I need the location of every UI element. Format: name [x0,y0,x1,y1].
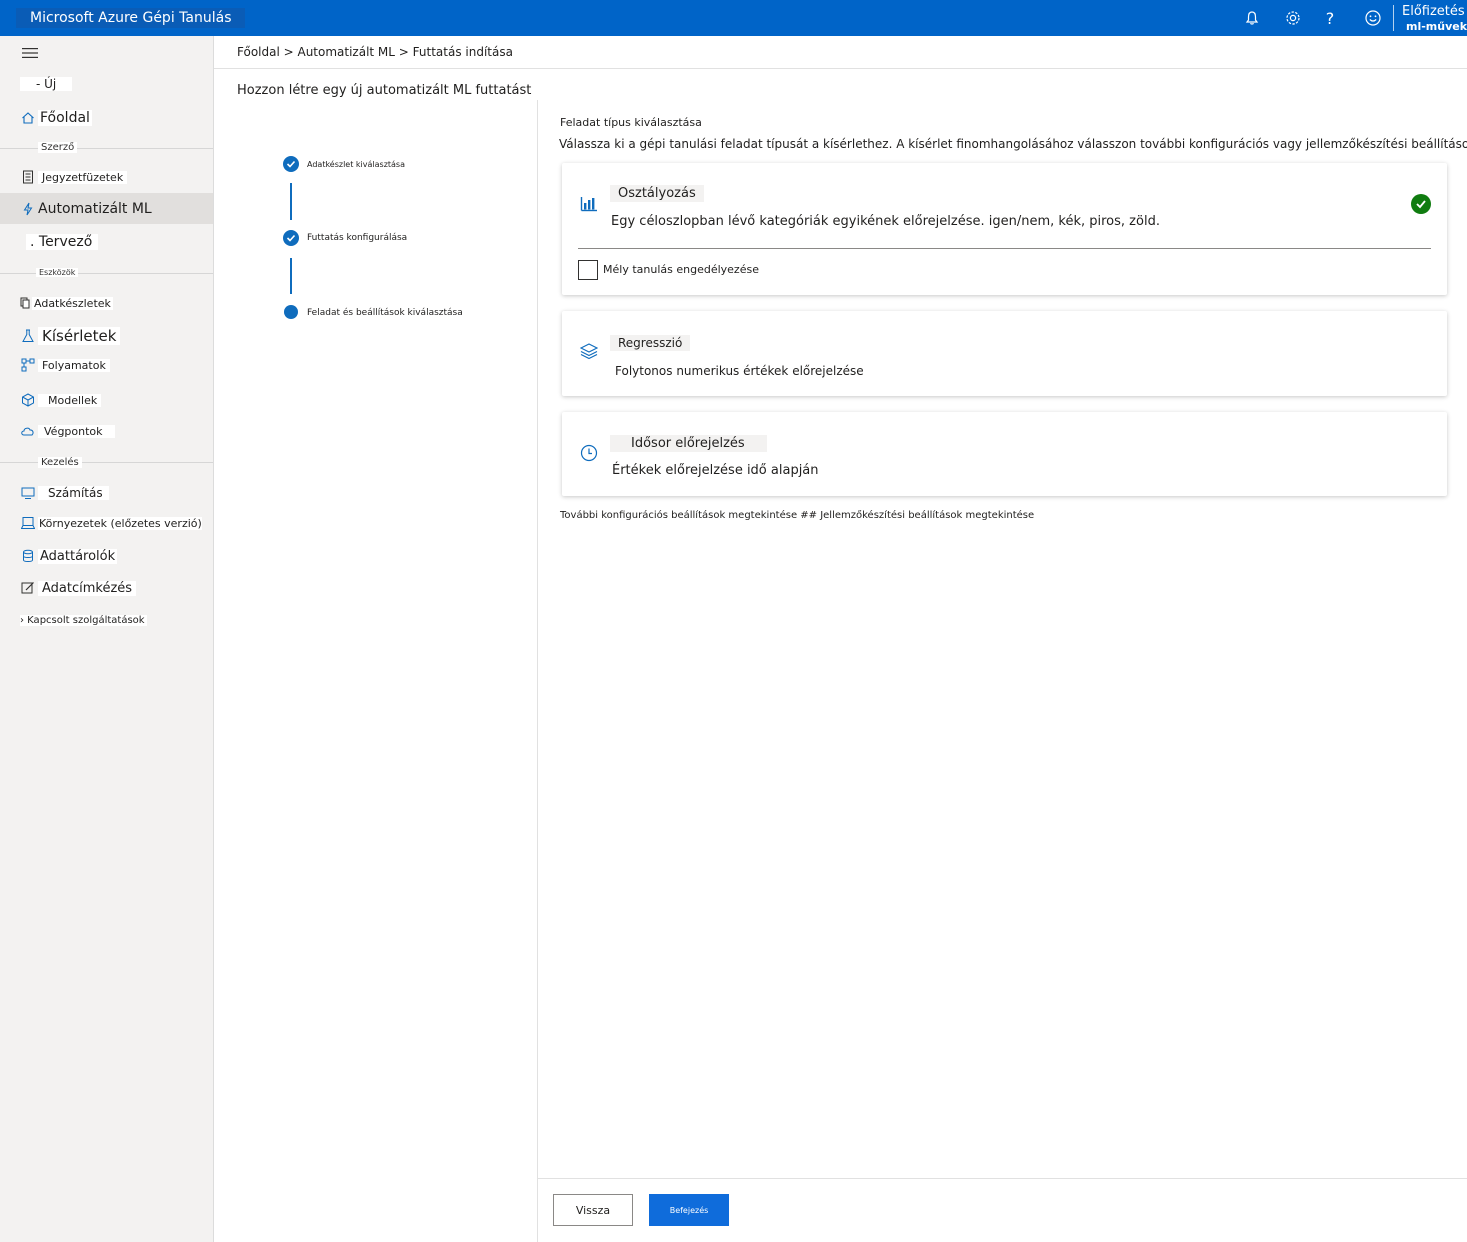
step-1-label[interactable]: Adatkészlet kiválasztása [307,160,406,169]
subscription-value[interactable]: ml-művekp [1406,20,1467,33]
section-divider [0,462,213,463]
step-3-label[interactable]: Feladat és beállítások kiválasztása [307,308,463,318]
notebook-icon [20,169,36,185]
sidebar-item-label: Kísérletek [38,327,121,345]
sidebar-item-endpoints[interactable]: Végpontok [20,419,115,443]
sidebar-item-designer[interactable]: . Tervező [26,230,99,254]
sidebar-item-label: Automatizált ML [38,201,152,217]
top-bar: Microsoft Azure Gépi Tanulás ? Előfizeté… [0,0,1467,36]
section-assets: Eszközök [36,268,79,277]
smiley-icon[interactable] [1361,6,1385,30]
sidebar-item-new[interactable]: - Új [20,72,73,96]
task-card-forecasting[interactable]: Idősor előrejelzés Értékek előrejelzése … [562,412,1447,496]
bell-icon[interactable] [1240,6,1264,30]
task-title: Regresszió [610,335,691,351]
task-title: Idősor előrejelzés [610,435,767,452]
step-2-label[interactable]: Futtatás konfigurálása [307,233,408,243]
sidebar-item-label: Jegyzetfüzetek [38,170,128,184]
flask-icon [20,328,36,344]
cube-icon [20,392,36,408]
environment-icon [20,515,36,531]
sidebar-item-label: Számítás [38,486,109,500]
hamburger-icon[interactable] [22,41,38,65]
back-button[interactable]: Vissza [553,1194,633,1226]
task-type-description: Válassza ki a gépi tanulási feladat típu… [559,137,1467,151]
lightning-icon [20,201,36,217]
pipeline-icon [20,357,36,373]
sidebar-item-label: Adattárolók [38,548,118,564]
step-connector [290,258,292,294]
sidebar-item-automl[interactable]: Automatizált ML [20,197,152,221]
task-type-heading: Feladat típus kiválasztása [560,116,702,129]
sidebar-item-notebooks[interactable]: Jegyzetfüzetek [20,165,128,189]
sidebar-item-datasets[interactable]: Adatkészletek [20,291,113,315]
selected-check-icon [1411,194,1431,214]
sidebar-item-environments[interactable]: Környezetek (előzetes verzió) [20,511,202,535]
edit-icon [20,580,36,596]
sidebar-item-label: - Új [20,77,73,91]
sidebar-item-label: . Tervező [26,234,99,250]
sidebar-item-label: Folyamatok [38,358,110,372]
section-divider [0,273,213,274]
section-divider [0,148,213,149]
help-icon[interactable]: ? [1318,6,1342,30]
sidebar-item-label: Modellek [38,393,102,407]
sidebar-item-linked-services[interactable]: › Kapcsolt szolgáltatások [20,608,147,632]
panel-divider [537,100,538,1242]
sidebar-item-pipelines[interactable]: Folyamatok [20,353,110,377]
app-title[interactable]: Microsoft Azure Gépi Tanulás [16,8,246,28]
task-card-regression[interactable]: Regresszió Folytonos numerikus értékek e… [562,311,1447,396]
dataset-icon [20,295,30,311]
subscription-label[interactable]: Előfizetés [1402,4,1465,19]
sidebar: - Új Főoldal Szerző Jegyzetfüzetek Autom… [0,36,214,1242]
page-title: Hozzon létre egy új automatizált ML futt… [237,83,532,98]
sidebar-item-datastores[interactable]: Adattárolók [20,544,118,568]
sidebar-item-compute[interactable]: Számítás [20,481,109,505]
sidebar-item-models[interactable]: Modellek [20,388,102,412]
task-description: Folytonos numerikus értékek előrejelzése [615,364,864,378]
layers-icon [579,341,599,361]
sidebar-item-labeling[interactable]: Adatcímkézés [20,576,137,600]
database-icon [20,548,36,564]
task-description: Értékek előrejelzése idő alapján [612,463,819,478]
deep-learning-checkbox[interactable] [578,260,598,280]
sidebar-item-home[interactable]: Főoldal [20,106,92,130]
section-author: Szerző [38,142,78,153]
card-divider [578,248,1431,249]
more-settings-link[interactable]: További konfigurációs beállítások megtek… [560,510,1035,521]
sidebar-item-label: Adatkészletek [32,296,113,310]
footer-divider [538,1178,1467,1179]
sidebar-item-label: Környezetek (előzetes verzió) [38,516,202,530]
clock-icon [579,443,599,463]
breadcrumb-divider [214,68,1467,69]
section-manage: Kezelés [38,457,82,468]
task-card-classification[interactable]: Osztályozás Egy céloszlopban lévő kategó… [562,163,1447,295]
task-title: Osztályozás [610,185,704,202]
sidebar-item-experiments[interactable]: Kísérletek [20,324,121,348]
step-3-current-dot [284,305,298,319]
sidebar-item-label: Adatcímkézés [38,580,137,596]
breadcrumb[interactable]: Főoldal > Automatizált ML > Futtatás ind… [237,45,513,59]
monitor-icon [20,485,36,501]
step-connector [290,183,292,220]
topbar-divider [1393,5,1394,31]
step-1-check-icon [283,156,299,172]
cloud-icon [20,423,36,439]
sidebar-item-label: Főoldal [38,110,92,126]
deep-learning-label[interactable]: Mély tanulás engedélyezése [603,263,759,276]
home-icon [20,110,36,126]
bar-chart-icon [579,193,599,213]
sidebar-item-label: › Kapcsolt szolgáltatások [20,614,147,626]
task-description: Egy céloszlopban lévő kategóriák egyikén… [611,214,1160,229]
sidebar-item-label: Végpontok [38,424,115,438]
finish-button[interactable]: Befejezés [649,1194,729,1226]
step-2-check-icon [283,230,299,246]
gear-icon[interactable] [1281,6,1305,30]
